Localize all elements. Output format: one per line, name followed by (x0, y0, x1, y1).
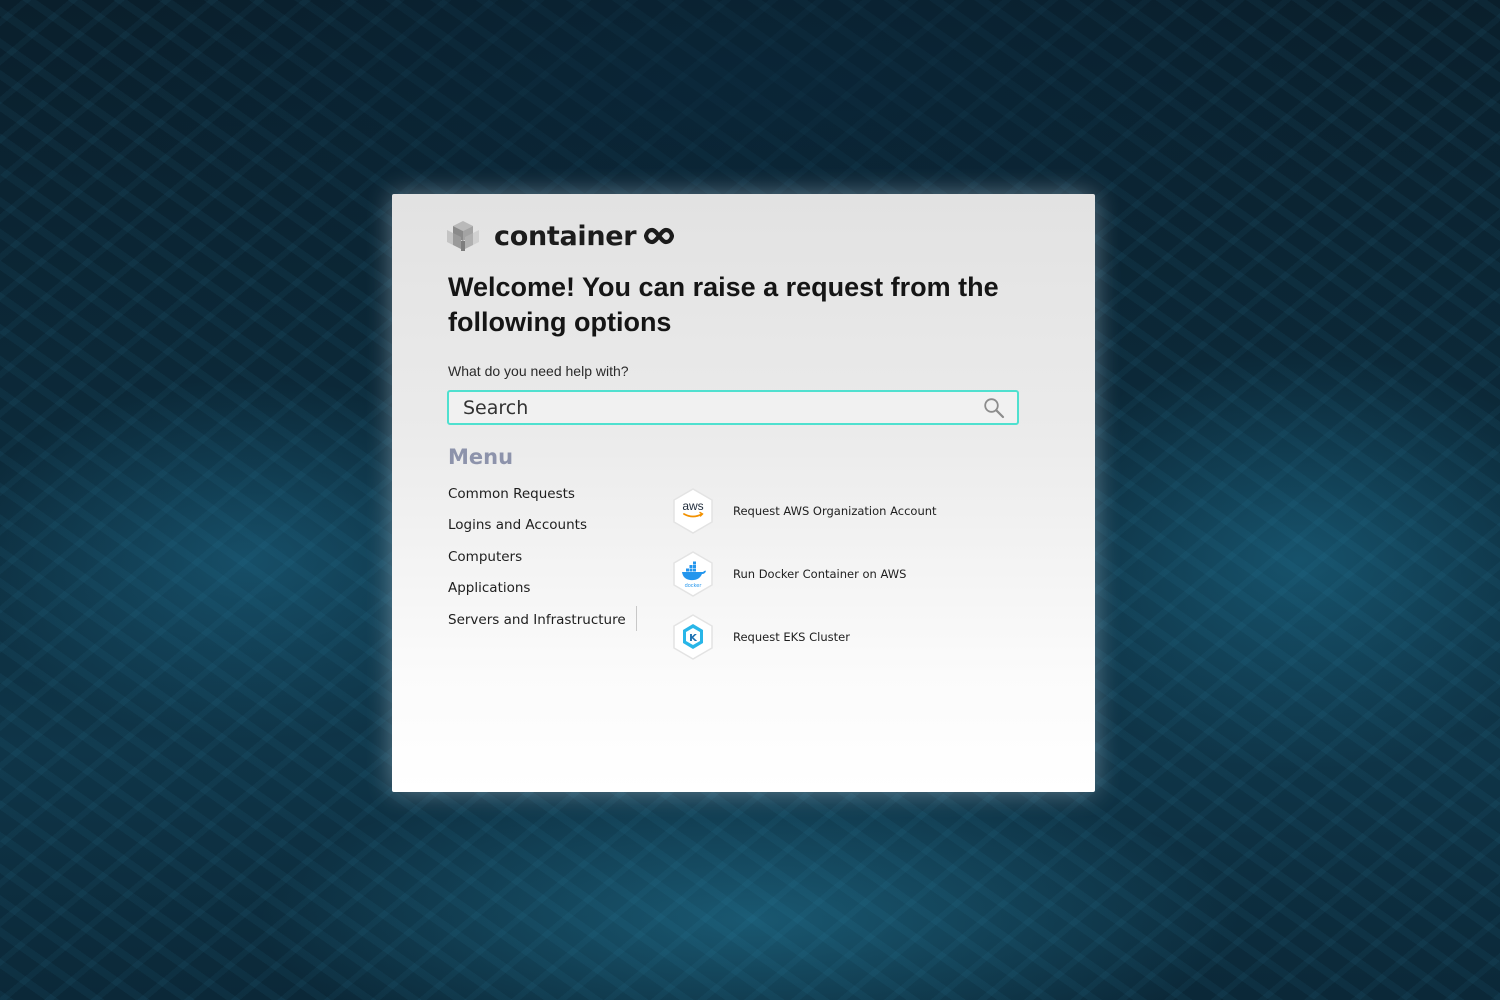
infinity-icon (644, 227, 675, 245)
svg-text:K: K (689, 633, 698, 644)
request-portal-card: container Welcome! You can raise a reque… (392, 194, 1095, 792)
option-aws-organization-account[interactable]: aws Request AWS Organization Account (670, 479, 937, 542)
search-input[interactable] (449, 392, 973, 423)
search-label: What do you need help with? (448, 363, 629, 379)
option-label: Request EKS Cluster (733, 629, 850, 644)
request-options: aws Request AWS Organization Account doc… (670, 479, 937, 668)
eks-icon: K (673, 613, 713, 660)
menu-item-logins-and-accounts[interactable]: Logins and Accounts (448, 514, 626, 545)
search-icon[interactable] (983, 397, 1005, 419)
option-docker-container[interactable]: docker Run Docker Container on AWS (670, 542, 937, 605)
option-label: Request AWS Organization Account (733, 503, 937, 518)
docker-icon: docker (673, 550, 713, 597)
cube-stack-icon (447, 221, 479, 251)
option-label: Run Docker Container on AWS (733, 566, 907, 581)
menu-item-common-requests[interactable]: Common Requests (448, 483, 626, 514)
aws-icon: aws (673, 487, 713, 534)
menu-divider (636, 606, 637, 631)
brand-logo[interactable]: container (445, 218, 675, 254)
menu-item-servers-and-infrastructure[interactable]: Servers and Infrastructure (448, 609, 626, 640)
menu-item-applications[interactable]: Applications (448, 577, 626, 608)
svg-text:docker: docker (685, 583, 703, 589)
brand-name: container (494, 220, 637, 252)
menu-title: Menu (448, 445, 514, 469)
menu-list: Common Requests Logins and Accounts Comp… (448, 483, 626, 640)
search-box[interactable] (447, 390, 1019, 425)
page-title: Welcome! You can raise a request from th… (448, 272, 999, 337)
option-eks-cluster[interactable]: K Request EKS Cluster (670, 605, 937, 668)
svg-text:aws: aws (682, 499, 703, 513)
menu-item-computers[interactable]: Computers (448, 546, 626, 577)
